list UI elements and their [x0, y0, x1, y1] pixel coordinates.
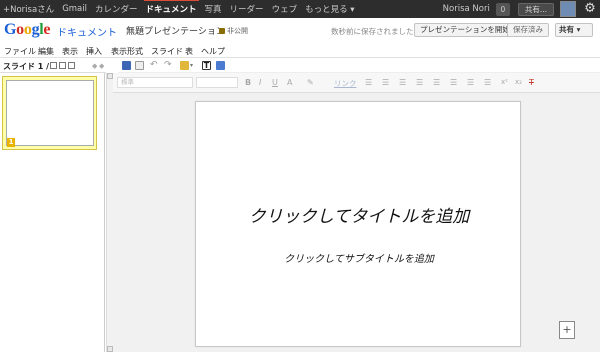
text-box-icon[interactable]: T	[202, 61, 211, 70]
new-slide-icon[interactable]	[50, 62, 57, 69]
document-title[interactable]: 無題プレゼンテーション	[126, 24, 225, 37]
add-comment-icon[interactable]: +	[559, 321, 575, 339]
next-slide-icon[interactable]: ◆	[99, 62, 104, 70]
style-select[interactable]: 標準	[117, 77, 193, 88]
save-status: 数秒前に保存されました	[331, 27, 414, 36]
highlight-icon[interactable]: ✎	[307, 78, 314, 87]
slide-subtitle-placeholder[interactable]: クリックしてサブタイトルを追加	[196, 250, 522, 265]
increase-indent-icon[interactable]: ☰	[416, 78, 423, 87]
share-button[interactable]: 共有 ▾	[555, 23, 593, 37]
nav-plus-profile[interactable]: +Norisaさん	[3, 3, 54, 15]
subscript-button[interactable]: x₂	[515, 78, 522, 86]
menu-edit[interactable]: 編集	[38, 46, 54, 57]
bulleted-list-icon[interactable]: ☰	[382, 78, 389, 87]
slide-title-placeholder[interactable]: クリックしてタイトルを追加	[196, 202, 522, 227]
text-color-button[interactable]: A	[287, 78, 292, 87]
visibility-status[interactable]: 非公開	[219, 26, 248, 36]
notification-count[interactable]: 0	[495, 2, 510, 16]
superscript-button[interactable]: x²	[501, 78, 508, 86]
font-size-select[interactable]	[196, 77, 238, 88]
gear-icon[interactable]: ⚙	[582, 1, 598, 17]
menu-bar: ファイル 編集 表示 挿入 表示形式 スライド 表 ヘルプ	[0, 44, 600, 58]
nav-photos[interactable]: 写真	[205, 3, 222, 15]
align-right-icon[interactable]: ☰	[467, 78, 474, 87]
align-center-icon[interactable]: ☰	[450, 78, 457, 87]
redo-icon[interactable]: ↷	[164, 61, 173, 70]
google-bar-nav: +Norisaさん Gmail カレンダー ドキュメント 写真 リーダー ウェブ…	[3, 0, 363, 18]
save-icon[interactable]	[122, 61, 131, 70]
delete-slide-icon[interactable]	[68, 62, 75, 69]
format-toolbar: 標準 B I U A ✎ リンク ☰ ☰ ☰ ☰ ☰ ☰ ☰ ☰ x² x₂ T	[113, 73, 600, 93]
user-name[interactable]: Norisa Nori	[443, 4, 490, 14]
slides-scrollbar[interactable]	[106, 73, 113, 352]
image-insert-icon[interactable]	[180, 61, 189, 70]
duplicate-slide-icon[interactable]	[59, 62, 66, 69]
nav-gmail[interactable]: Gmail	[62, 4, 87, 14]
start-presentation-button[interactable]: プレゼンテーションを開始	[414, 23, 516, 37]
slides-panel-header: スライド 1 / 1 ◆ ◆	[0, 59, 106, 73]
decrease-indent-icon[interactable]: ☰	[399, 78, 406, 87]
line-spacing-icon[interactable]: ☰	[484, 78, 491, 87]
nav-calendar[interactable]: カレンダー	[95, 3, 138, 15]
chevron-down-icon[interactable]: ▾	[190, 61, 199, 70]
menu-view[interactable]: 表示	[62, 46, 78, 57]
menu-table[interactable]: 表	[185, 46, 193, 57]
lock-icon	[219, 28, 225, 34]
main-toolbar: ↶ ↷ ▾ T	[118, 59, 600, 73]
nav-documents[interactable]: ドキュメント	[143, 0, 199, 15]
slide-canvas[interactable]: クリックしてタイトルを追加 クリックしてサブタイトルを追加	[195, 101, 521, 347]
google-bar-account: Norisa Nori 0 共有... ⚙	[443, 0, 600, 18]
saved-button[interactable]: 保存済み	[507, 23, 549, 37]
google-logo[interactable]: Google	[4, 21, 51, 39]
shape-insert-icon[interactable]	[216, 61, 225, 70]
slide-thumbnail-selected[interactable]: 1	[2, 76, 97, 150]
menu-file[interactable]: ファイル	[4, 46, 36, 57]
bold-button[interactable]: B	[245, 78, 251, 87]
previous-slide-icon[interactable]: ◆	[92, 62, 97, 70]
nav-web[interactable]: ウェブ	[272, 3, 298, 15]
clear-formatting-button[interactable]: T	[529, 78, 534, 87]
slides-panel: 1	[0, 73, 105, 352]
avatar[interactable]	[560, 1, 576, 17]
align-left-icon[interactable]: ☰	[433, 78, 440, 87]
menu-help[interactable]: ヘルプ	[201, 46, 225, 57]
slide-number-badge: 1	[7, 138, 15, 147]
nav-reader[interactable]: リーダー	[230, 3, 264, 15]
nav-more[interactable]: もっと見る ▾	[305, 3, 354, 15]
undo-icon[interactable]: ↶	[150, 61, 159, 70]
numbered-list-icon[interactable]: ☰	[365, 78, 372, 87]
underline-button[interactable]: U	[272, 78, 278, 87]
app-header: Google ドキュメント 無題プレゼンテーション 非公開 数秒前に保存されまし…	[0, 18, 600, 44]
slide-thumbnail[interactable]	[6, 80, 94, 146]
editor-canvas: クリックしてタイトルを追加 クリックしてサブタイトルを追加 +	[113, 93, 600, 352]
menu-format[interactable]: 表示形式	[111, 46, 143, 57]
menu-insert[interactable]: 挿入	[86, 46, 102, 57]
menu-slide[interactable]: スライド	[151, 46, 183, 57]
link-button[interactable]: リンク	[334, 78, 357, 89]
google-plus-share-button[interactable]: 共有...	[517, 2, 554, 16]
product-name[interactable]: ドキュメント	[57, 24, 117, 39]
italic-button[interactable]: I	[259, 78, 261, 87]
google-bar: +Norisaさん Gmail カレンダー ドキュメント 写真 リーダー ウェブ…	[0, 0, 600, 18]
print-icon[interactable]	[135, 61, 144, 70]
